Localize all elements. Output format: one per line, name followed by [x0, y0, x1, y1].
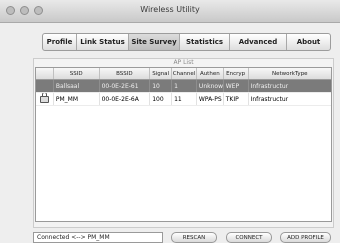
tab-advanced[interactable]: Advanced: [230, 34, 287, 50]
ssid-cell: PM_MM: [54, 93, 100, 105]
column-header-icon[interactable]: [36, 68, 54, 79]
authen-cell: Unknow: [197, 80, 224, 92]
wireless-utility-window: Wireless Utility Profile Link Status Sit…: [0, 0, 340, 243]
column-header-bssid[interactable]: BSSID: [100, 68, 151, 79]
bssid-cell: 00-0E-2E-61: [100, 80, 151, 92]
network-type-cell: Infrastructur: [250, 82, 289, 90]
column-header-network-type[interactable]: NetworkType: [249, 68, 331, 79]
network-type-cell: Infrastructur: [250, 95, 289, 103]
rescan-button[interactable]: RESCAN: [171, 232, 217, 243]
encryp-cell: TKIP: [224, 93, 249, 105]
tab-link-status[interactable]: Link Status: [77, 34, 129, 50]
ap-list-header: SSID BSSID Signal Channel Authen Encryp …: [36, 68, 331, 80]
bssid-cell: 00-0E-2E-6A: [100, 93, 151, 105]
table-row[interactable]: PM_MM 00-0E-2E-6A 100 11 WPA-PS TKIP Inf…: [36, 93, 331, 106]
tab-about[interactable]: About: [287, 34, 330, 50]
column-header-encryp[interactable]: Encryp: [224, 68, 249, 79]
column-header-channel[interactable]: Channel: [172, 68, 197, 79]
column-header-authen[interactable]: Authen: [197, 68, 224, 79]
tab-site-survey[interactable]: Site Survey: [129, 34, 180, 50]
row-icon-cell: [36, 80, 54, 92]
authen-cell: WPA-PS: [197, 93, 224, 105]
ssid-cell: Ballsaal: [54, 80, 100, 92]
window-title: Wireless Utility: [140, 5, 200, 14]
tab-profile[interactable]: Profile: [43, 34, 77, 50]
column-header-signal[interactable]: Signal: [150, 68, 173, 79]
title-bar: Wireless Utility: [0, 0, 340, 23]
table-row[interactable]: Ballsaal 00-0E-2E-61 10 1 Unknow WEP Inf…: [36, 80, 331, 93]
tab-bar: Profile Link Status Site Survey Statisti…: [42, 33, 331, 51]
ap-list-label: AP List: [173, 59, 194, 66]
column-header-ssid[interactable]: SSID: [54, 68, 100, 79]
row-icon-cell: [36, 93, 54, 105]
channel-cell: 11: [172, 93, 197, 105]
channel-cell: 1: [172, 80, 197, 92]
tab-statistics[interactable]: Statistics: [180, 34, 230, 50]
lock-icon: [39, 93, 49, 103]
ap-list-table[interactable]: SSID BSSID Signal Channel Authen Encryp …: [35, 67, 332, 222]
signal-cell: 100: [150, 93, 173, 105]
signal-cell: 10: [150, 80, 173, 92]
add-profile-button[interactable]: ADD PROFILE: [280, 232, 331, 243]
connect-button[interactable]: CONNECT: [226, 232, 272, 243]
connection-status: Connected <--> PM_MM: [33, 232, 163, 243]
encryp-cell: WEP: [224, 80, 249, 92]
